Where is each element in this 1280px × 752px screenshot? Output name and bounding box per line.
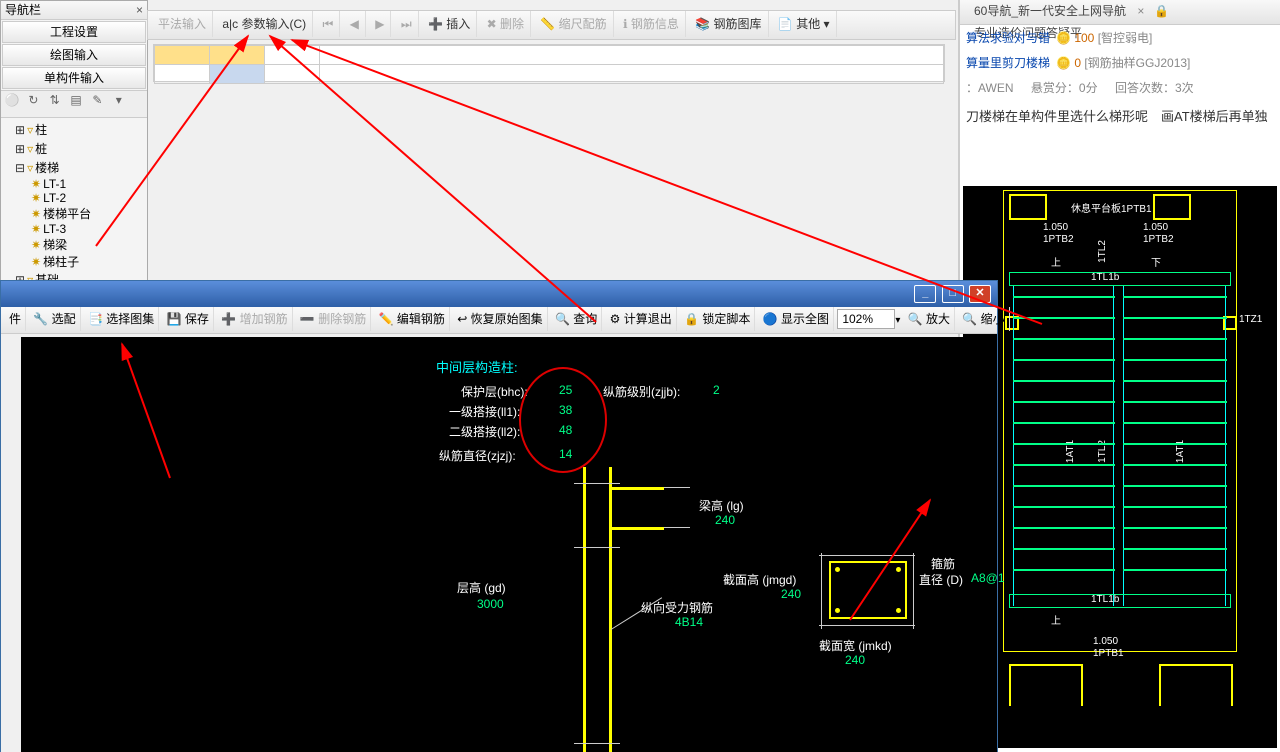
sub-window: _ □ ✕ 件 🔧 选配 📑 选择图集 💾 保存 ➕ 增加钢筋 ➖ 删除钢筋 ✏… — [0, 280, 998, 752]
browser-tabs: 60导航_新一代安全上网导航 × 🔒 专业造价问题答疑平 — [960, 0, 1280, 25]
tb-save[interactable]: 💾 保存 — [163, 307, 214, 331]
nav-tree: ⊞▿柱 ⊞▿桩 ⊟▿楼梯 ✷LT-1 ✷LT-2 ✷楼梯平台 ✷LT-3 ✷梯梁… — [1, 118, 147, 291]
tree-child-ltpt[interactable]: ✷楼梯平台 — [5, 205, 143, 222]
sub-toolbar: 件 🔧 选配 📑 选择图集 💾 保存 ➕ 增加钢筋 ➖ 删除钢筋 ✏️ 编辑钢筋… — [1, 307, 997, 334]
tree-child-lt2[interactable]: ✷LT-2 — [5, 191, 143, 205]
tb-lib[interactable]: 📚 钢筋图库 — [689, 11, 768, 37]
right-panel: 60导航_新一代安全上网导航 × 🔒 专业造价问题答疑平 算法求验对与错 🪙10… — [958, 0, 1280, 752]
tb-xuanze[interactable]: 📑 选择图集 — [84, 307, 159, 331]
nav-btn-draw[interactable]: 绘图输入 — [2, 44, 146, 66]
qa-link-2[interactable]: 算量里剪刀楼梯 🪙0 [钢筋抽样GGJ2013] — [960, 50, 1280, 75]
tb-showall[interactable]: 🔵 显示全图 — [759, 307, 834, 331]
tb-jian[interactable]: 件 — [5, 307, 26, 331]
tb-xuanpei[interactable]: 🔧 选配 — [29, 307, 80, 331]
navigator-panel: 导航栏 × 工程设置 绘图输入 单构件输入 ⚪ ↻ ⇅ ▤ ✎ ▾ ⊞▿柱 ⊞▿… — [0, 0, 148, 292]
nav-title: 导航栏 — [5, 3, 41, 17]
stair-drawing: 休息平台板1PTB1 1.050 1PTB2 1.050 1PTB2 上 下 1… — [963, 186, 1277, 748]
tree-child-tizhuzi[interactable]: ✷梯柱子 — [5, 253, 143, 270]
tb-nav-prev[interactable]: ◀ — [344, 11, 366, 37]
qa-meta: ：AWEN 悬赏分：0分 回答次数：3次 — [960, 75, 1280, 100]
tree-node-zhu[interactable]: ⊞▿柱 — [5, 120, 143, 139]
tab-360[interactable]: 60导航_新一代安全上网导航 — [966, 0, 1134, 22]
tree-child-tiliang[interactable]: ✷梯梁 — [5, 236, 143, 253]
tb-info[interactable]: ℹ 钢筋信息 — [617, 11, 686, 37]
tree-child-lt3[interactable]: ✷LT-3 — [5, 222, 143, 236]
tb-zoomout[interactable]: 🔍 缩小 — [958, 307, 1009, 331]
nav-icon-row: ⚪ ↻ ⇅ ▤ ✎ ▾ — [1, 90, 147, 118]
tb-delete[interactable]: ✖ 删除 — [481, 11, 531, 37]
sub-titlebar: _ □ ✕ — [1, 281, 997, 307]
tree-child-lt1[interactable]: ✷LT-1 — [5, 177, 143, 191]
tb-nav-first[interactable]: ⏮ — [317, 11, 341, 37]
tool-icon[interactable]: ✎ — [88, 93, 106, 107]
expand-icon[interactable]: ▤ — [67, 93, 85, 107]
tb-delbar[interactable]: ➖ 删除钢筋 — [296, 307, 371, 331]
section-box — [829, 561, 907, 619]
zoom-combo[interactable]: 102% — [837, 309, 895, 329]
qa-link-1[interactable]: 算法求验对与错 🪙100 [智控弱电] — [960, 25, 1280, 50]
cad-heading: 中间层构造柱: — [436, 357, 518, 376]
highlight-circle — [519, 367, 607, 473]
cad-canvas[interactable]: 中间层构造柱: 保护层(bhc):25 一级搭接(ll1):38 二级搭接(ll… — [21, 337, 997, 752]
sort-icon[interactable]: ⇅ — [46, 93, 64, 107]
tb-addbar[interactable]: ➕ 增加钢筋 — [217, 307, 292, 331]
tb-insert[interactable]: ➕ 插入 — [422, 11, 477, 37]
more-icon[interactable]: ▾ — [110, 93, 128, 107]
tb-nav-next[interactable]: ▶ — [369, 11, 391, 37]
tree-node-louti[interactable]: ⊟▿楼梯 — [5, 158, 143, 177]
tb-ping[interactable]: 平法输入 — [152, 11, 213, 37]
tree-node-zhuang[interactable]: ⊞▿桩 — [5, 139, 143, 158]
tb-scale[interactable]: 📏 缩尺配筋 — [534, 11, 613, 37]
maximize-button[interactable]: □ — [942, 285, 964, 303]
close-button[interactable]: ✕ — [969, 285, 991, 303]
main-toolbar: 平法输入 a|c 参数输入(C) ⏮ ◀ ▶ ⏭ ➕ 插入 ✖ 删除 📏 缩尺配… — [147, 10, 956, 40]
minimize-button[interactable]: _ — [914, 285, 936, 303]
refresh-icon[interactable]: ↻ — [24, 93, 42, 107]
qa-question: 刀楼梯在单构件里选什么梯形呢 画AT楼梯后再单独 — [960, 100, 1280, 131]
tb-calcexit[interactable]: ⚙ 计算退出 — [606, 307, 677, 331]
tb-restore[interactable]: ↩ 恢复原始图集 — [453, 307, 547, 331]
data-grid[interactable] — [153, 44, 945, 82]
tb-editbar[interactable]: ✏️ 编辑钢筋 — [375, 307, 450, 331]
nav-header: 导航栏 × — [1, 1, 147, 20]
nav-close-icon[interactable]: × — [136, 1, 143, 19]
tb-zoomin[interactable]: 🔍 放大 — [904, 307, 955, 331]
nav-btn-single[interactable]: 单构件输入 — [2, 67, 146, 89]
nav-btn-project[interactable]: 工程设置 — [2, 21, 146, 43]
tb-param[interactable]: a|c 参数输入(C) — [216, 11, 313, 37]
stair-top-label: 休息平台板1PTB1 — [1071, 200, 1152, 215]
filter-icon[interactable]: ⚪ — [3, 93, 21, 107]
tb-nav-last[interactable]: ⏭ — [395, 11, 419, 37]
tb-other[interactable]: 📄 其他 ▾ — [772, 11, 837, 37]
tb-lock[interactable]: 🔒 锁定脚本 — [680, 307, 755, 331]
tb-query[interactable]: 🔍 查询 — [551, 307, 602, 331]
